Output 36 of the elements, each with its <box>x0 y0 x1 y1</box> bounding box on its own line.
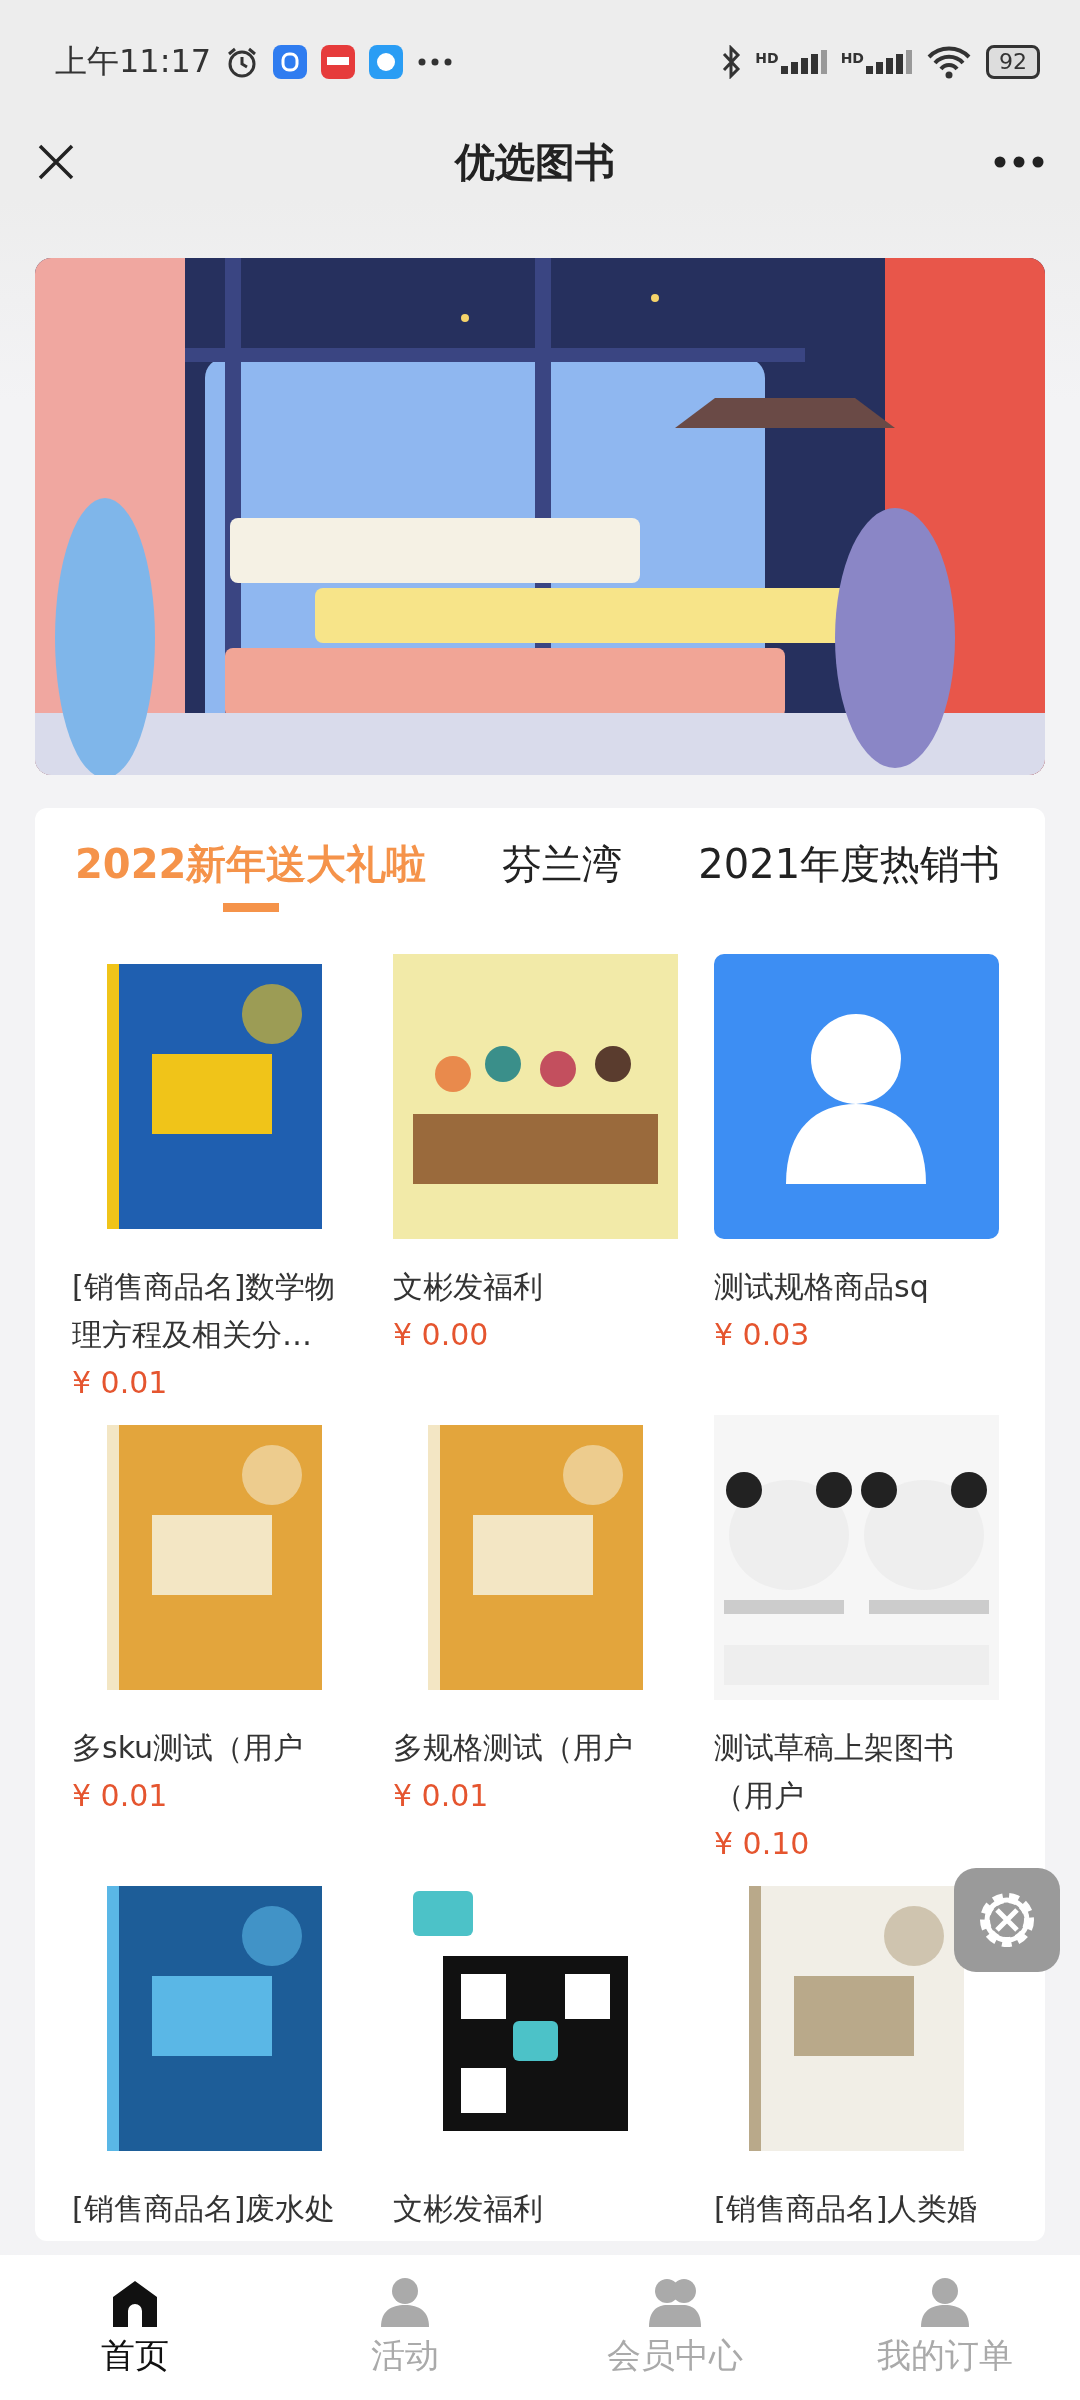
network-type: HD <box>755 50 779 66</box>
more-icon[interactable] <box>994 156 1044 168</box>
product-name[interactable]: 测试草稿上架图书（用户 <box>714 1724 999 1820</box>
category-tab[interactable]: 2021年度热销书 <box>698 836 1001 920</box>
product-price: ¥ 0.01 <box>72 1777 169 1815</box>
product-price: ¥ 0.01 <box>393 1777 490 1815</box>
close-icon[interactable] <box>36 142 76 182</box>
product-name[interactable]: [销售商品名]废水处 <box>72 2185 357 2233</box>
product-name[interactable]: 文彬发福利 <box>393 2185 678 2233</box>
product-price: ¥ 0.10 <box>714 1825 811 1863</box>
bluetooth-icon <box>721 45 742 79</box>
user-placeholder-icon <box>714 954 999 1239</box>
app-notification-icon <box>369 45 404 79</box>
product-price: ¥ 0.00 <box>393 1316 490 1354</box>
product-name[interactable]: 多规格测试（用户 <box>393 1724 678 1772</box>
page-title: 优选图书 <box>455 137 615 187</box>
wifi-icon <box>926 45 972 79</box>
nav-tab[interactable]: 首页 <box>0 2255 270 2400</box>
app-notification-icon <box>273 45 308 79</box>
product-name[interactable]: 多sku测试（用户 <box>72 1724 357 1772</box>
signal-icon <box>866 50 912 74</box>
network-type: HD <box>840 50 864 66</box>
category-tab[interactable]: 芬兰湾 <box>502 836 623 920</box>
product-name[interactable]: 测试规格商品sq <box>714 1263 999 1311</box>
people-icon <box>647 2277 703 2329</box>
app-notification-icon <box>321 45 356 79</box>
product-price: ¥ 0.01 <box>72 1364 169 1402</box>
product-name[interactable]: 文彬发福利 <box>393 1263 678 1311</box>
product-price: ¥ 0.03 <box>714 1316 811 1354</box>
signal-icon <box>780 50 827 74</box>
settings-button[interactable] <box>954 1868 1060 1972</box>
product-name[interactable]: [销售商品名]人类婚 <box>714 2185 999 2233</box>
status-time: 上午11:17 <box>55 41 212 82</box>
more-notifications-icon <box>417 57 454 67</box>
product-name[interactable]: [销售商品名]数学物理方程及相关分… <box>72 1263 357 1359</box>
battery-indicator: 92 <box>986 45 1040 79</box>
